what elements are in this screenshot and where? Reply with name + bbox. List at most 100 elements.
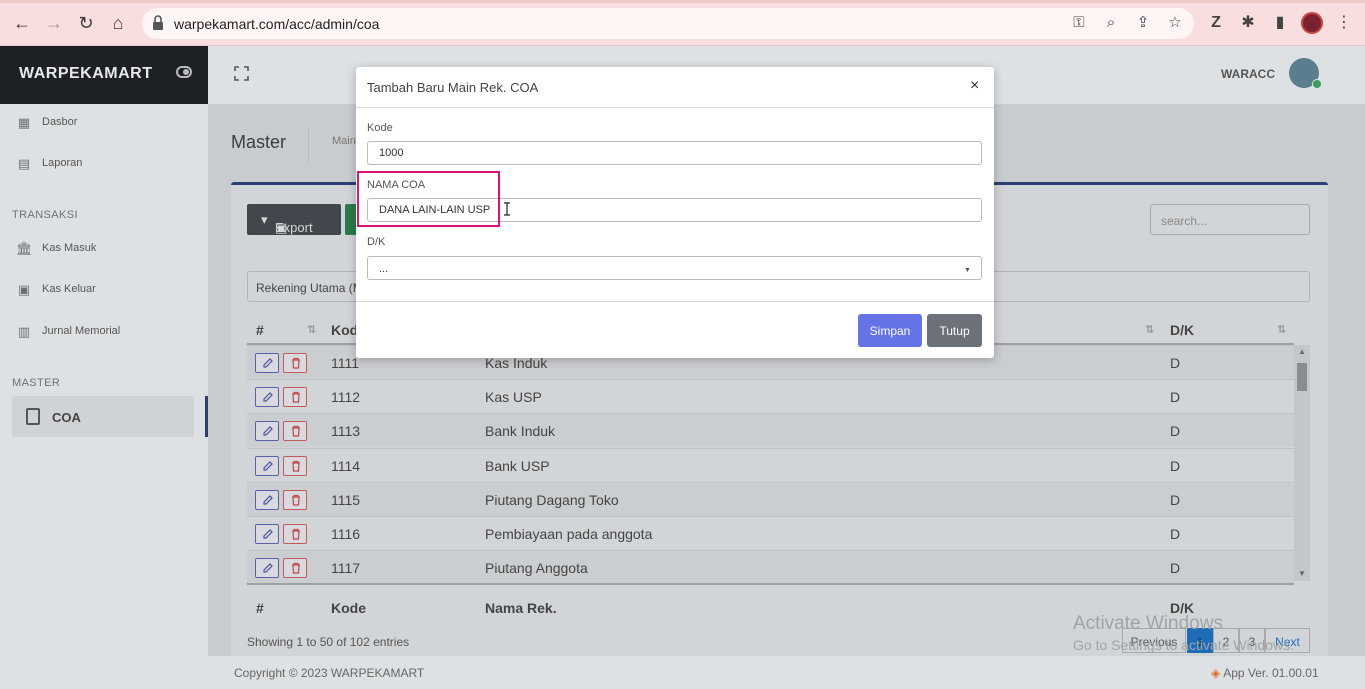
delete-button[interactable] [283, 558, 307, 578]
trash-icon [292, 562, 300, 574]
highlight-box [357, 171, 500, 227]
sidebar-item-dasbor[interactable]: ▦ Dasbor [0, 108, 208, 138]
edit-icon [263, 563, 273, 573]
profile-avatar[interactable] [1301, 12, 1323, 34]
bookmark-star-icon[interactable]: ☆ [1166, 14, 1184, 32]
brand-name: WARPEKAMART [19, 65, 153, 82]
edit-icon [263, 495, 273, 505]
user-avatar[interactable] [1289, 58, 1322, 89]
col-num[interactable]: # [256, 322, 264, 338]
user-name[interactable]: WARACC [1221, 67, 1275, 81]
foot-kode: Kode [331, 600, 366, 616]
col-kode[interactable]: Kod [331, 322, 358, 338]
edit-button[interactable] [255, 421, 279, 441]
sidebar-item-label: Kas Masuk [42, 242, 97, 254]
dk-label: D/K [367, 236, 386, 248]
trash-icon [292, 494, 300, 506]
sort-icon[interactable]: ⇅ [307, 323, 316, 336]
modal-title: Tambah Baru Main Rek. COA [367, 80, 539, 95]
search-input[interactable]: search... [1150, 204, 1310, 235]
table-row: 1116 Pembiayaan pada anggota D [247, 516, 1294, 550]
share-icon[interactable]: ⇪ [1134, 14, 1152, 32]
close-button[interactable]: Tutup [927, 314, 982, 347]
edit-button[interactable] [255, 387, 279, 407]
delete-button[interactable] [283, 524, 307, 544]
bank-icon: 🏛 [16, 241, 33, 256]
fullscreen-icon[interactable] [234, 66, 249, 81]
reload-icon[interactable]: ↻ [76, 13, 96, 33]
section-heading-master: MASTER [12, 377, 61, 389]
cell-kode: 1116 [331, 526, 361, 542]
extensions-puzzle-icon[interactable]: ✱ [1238, 13, 1258, 33]
sort-icon[interactable]: ⇅ [1277, 323, 1286, 336]
sidebar-item-laporan[interactable]: ▤ Laporan [0, 149, 208, 179]
cell-dk: D [1170, 389, 1181, 405]
zoom-icon[interactable]: ⌕ [1102, 14, 1120, 32]
delete-button[interactable] [283, 387, 307, 407]
cell-nama: Piutang Dagang Toko [485, 492, 619, 508]
sort-icon[interactable]: ⇅ [1145, 323, 1154, 336]
sidebar-item-coa[interactable]: COA [12, 396, 194, 437]
cell-kode: 1112 [331, 389, 361, 405]
breadcrumb[interactable]: Main [332, 135, 356, 147]
windows-watermark-title: Activate Windows [1073, 613, 1223, 634]
trash-icon [292, 528, 300, 540]
sidebar-item-kas-keluar[interactable]: ▣ Kas Keluar [0, 275, 208, 305]
z-extension-icon[interactable]: Z [1206, 13, 1226, 33]
export-label: Export [275, 220, 313, 235]
kode-input[interactable] [367, 141, 982, 165]
sidebar-item-label: COA [52, 410, 81, 425]
edit-icon [263, 358, 273, 368]
cell-kode: 1114 [331, 458, 361, 474]
side-panel-icon[interactable]: ▮ [1270, 13, 1290, 33]
trash-icon [292, 460, 300, 472]
back-icon[interactable]: ← [12, 13, 32, 33]
edit-button[interactable] [255, 490, 279, 510]
edit-button[interactable] [255, 558, 279, 578]
col-dk[interactable]: D/K [1170, 322, 1194, 338]
scroll-up-icon[interactable]: ▲ [1298, 347, 1306, 356]
sidebar-item-label: Dasbor [42, 116, 78, 128]
address-bar[interactable]: warpekamart.com/acc/admin/coa ⚿ ⌕ ⇪ ☆ [142, 8, 1194, 39]
modal-header-divider [356, 107, 994, 108]
sidebar-item-label: Kas Keluar [42, 283, 96, 295]
edit-button[interactable] [255, 456, 279, 476]
close-icon[interactable]: × [970, 77, 979, 95]
cell-kode: 1117 [331, 560, 361, 576]
delete-button[interactable] [283, 353, 307, 373]
delete-button[interactable] [283, 456, 307, 476]
edit-icon [263, 461, 273, 471]
sidebar-toggle-icon[interactable] [176, 66, 192, 78]
delete-button[interactable] [283, 490, 307, 510]
scroll-thumb[interactable] [1297, 363, 1307, 391]
app-version: ◈ App Ver. 01.00.01 [1211, 666, 1319, 680]
table-row: 1112 Kas USP D [247, 379, 1294, 413]
cash-icon: ▣ [17, 282, 31, 297]
edit-button[interactable] [255, 353, 279, 373]
page-footer: Copyright © 2023 WARPEKAMART ◈ App Ver. 0… [208, 656, 1365, 689]
chevron-down-icon[interactable]: ▼ [964, 267, 971, 274]
foot-num: # [256, 600, 264, 616]
sidebar-item-kas-masuk[interactable]: 🏛 Kas Masuk [0, 234, 208, 264]
trash-icon [292, 425, 300, 437]
page-title: Master [231, 132, 287, 152]
dk-select[interactable]: ... [367, 256, 982, 280]
export-button[interactable]: ▣ Export ▾ [247, 204, 341, 235]
windows-watermark-subtitle: Go to Settings to activate Windows. [1073, 637, 1294, 653]
forward-icon[interactable]: → [44, 13, 64, 33]
table-scrollbar[interactable]: ▲ ▼ [1294, 345, 1310, 581]
sidebar-item-jurnal-memorial[interactable]: ▥ Jurnal Memorial [0, 317, 208, 347]
scroll-down-icon[interactable]: ▼ [1298, 569, 1306, 578]
key-icon[interactable]: ⚿ [1070, 14, 1088, 32]
table-row: 1117 Piutang Anggota D [247, 550, 1294, 584]
dk-selected-value: ... [379, 263, 389, 275]
add-coa-modal: Tambah Baru Main Rek. COA × Kode NAMA CO… [356, 67, 994, 358]
kebab-menu-icon[interactable]: ⋮ [1334, 13, 1354, 33]
table-row: 1114 Bank USP D [247, 448, 1294, 482]
edit-button[interactable] [255, 524, 279, 544]
edit-icon [263, 392, 273, 402]
save-button[interactable]: Simpan [858, 314, 922, 347]
delete-button[interactable] [283, 421, 307, 441]
url-text: warpekamart.com/acc/admin/coa [174, 16, 380, 32]
home-icon[interactable]: ⌂ [108, 13, 128, 33]
